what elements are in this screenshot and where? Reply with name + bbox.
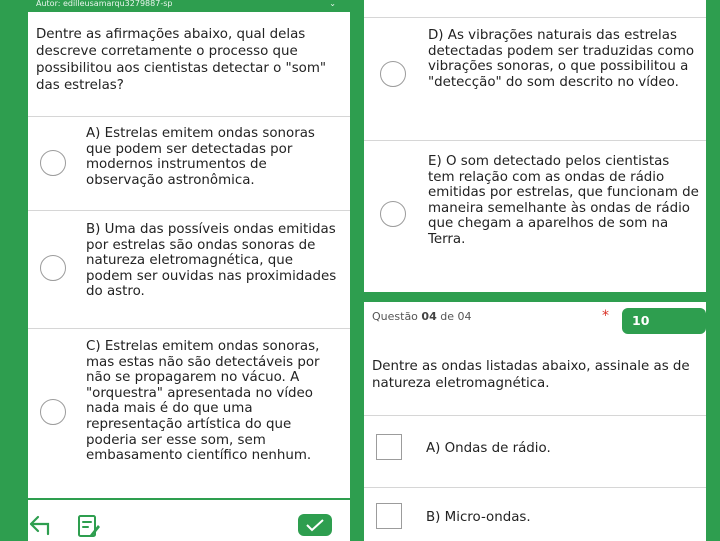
question-3-card: Dentre as afirmações abaixo, qual delas … [28, 12, 350, 498]
option-d-text: D) As vibrações naturais das estrelas de… [428, 28, 695, 90]
question-3-stem: Dentre as afirmações abaixo, qual delas … [36, 27, 327, 93]
checkmark-icon[interactable] [298, 514, 332, 536]
right-panel: D) As vibrações naturais das estrelas de… [364, 0, 720, 541]
question-4-card: Questão 04 de 04 * 10 pontos Dentre as o… [364, 302, 706, 541]
author-text: Autor: edilleusamarqu3279887-sp [36, 0, 173, 8]
points-badge: 10 pontos [622, 308, 706, 354]
radio-option-c[interactable] [40, 399, 66, 425]
option-d[interactable]: D) As vibrações naturais das estrelas de… [364, 17, 706, 136]
q4-option-a-text: A) Ondas de rádio. [426, 441, 551, 456]
question-current: 04 [421, 310, 437, 323]
radio-option-a[interactable] [40, 150, 66, 176]
option-a[interactable]: A) Estrelas emitem ondas sonoras que pod… [28, 116, 350, 211]
checkbox-option-b[interactable] [376, 503, 402, 529]
checkbox-option-a[interactable] [376, 434, 402, 460]
author-bar: Autor: edilleusamarqu3279887-sp ⌄ [28, 0, 350, 12]
q4-option-b-text: B) Micro-ondas. [426, 510, 531, 525]
chevron-down-icon[interactable]: ⌄ [329, 0, 336, 8]
option-e[interactable]: E) O som detectado pelos cientistas tem … [364, 140, 706, 292]
required-asterisk: * [602, 308, 609, 324]
question-3-card-continued: D) As vibrações naturais das estrelas de… [364, 0, 706, 292]
option-b[interactable]: B) Uma das possíveis ondas emitidas por … [28, 210, 350, 315]
back-arrow-icon[interactable] [28, 514, 54, 536]
edit-form-icon[interactable] [76, 513, 102, 539]
question-number: Questão 04 de 04 [372, 310, 471, 323]
option-b-text: B) Uma das possíveis ondas emitidas por … [86, 222, 337, 300]
option-e-text: E) O som detectado pelos cientistas tem … [428, 154, 699, 247]
radio-option-d[interactable] [380, 61, 406, 87]
left-panel: Autor: edilleusamarqu3279887-sp ⌄ Dentre… [0, 0, 364, 541]
question-4-stem: Dentre as ondas listadas abaixo, assinal… [372, 359, 690, 391]
question-of: de [440, 310, 454, 323]
q4-option-a[interactable]: A) Ondas de rádio. [364, 415, 706, 488]
question-label: Questão [372, 310, 418, 323]
option-c[interactable]: C) Estrelas emitem ondas sonoras, mas es… [28, 328, 350, 498]
radio-option-e[interactable] [380, 201, 406, 227]
question-4-header: Questão 04 de 04 * 10 pontos [364, 302, 706, 354]
question-total: 04 [457, 310, 472, 323]
option-c-text: C) Estrelas emitem ondas sonoras, mas es… [86, 339, 320, 464]
bottom-toolbar [28, 500, 350, 541]
option-a-text: A) Estrelas emitem ondas sonoras que pod… [86, 126, 315, 188]
radio-option-b[interactable] [40, 255, 66, 281]
q4-option-b[interactable]: B) Micro-ondas. [364, 487, 706, 541]
